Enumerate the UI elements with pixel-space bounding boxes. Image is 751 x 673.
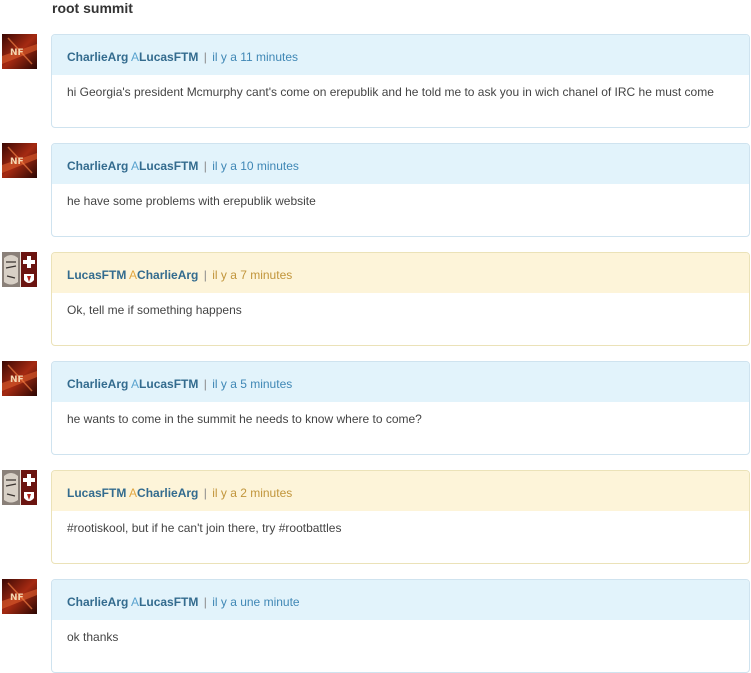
sender-link[interactable]: CharlieArg: [67, 377, 128, 391]
message-time: il y a 10 minutes: [212, 159, 299, 173]
separator: |: [203, 268, 207, 282]
charliearg-avatar[interactable]: NF: [2, 143, 37, 178]
recipient-link[interactable]: LucasFTM: [139, 50, 198, 64]
separator: |: [203, 377, 207, 391]
direction-marker: A: [131, 50, 140, 64]
message-text: #rootiskool, but if he can't join there,…: [67, 521, 342, 535]
separator: |: [203, 159, 207, 173]
message-header: LucasFTM ACharlieArg | il y a 7 minutes: [52, 253, 749, 293]
separator: |: [203, 486, 207, 500]
charliearg-avatar[interactable]: NF: [2, 579, 37, 614]
sender-link[interactable]: LucasFTM: [67, 486, 126, 500]
conversation-subject: root summit: [52, 0, 133, 16]
sender-link[interactable]: CharlieArg: [67, 159, 128, 173]
message-time: il y a 5 minutes: [212, 377, 293, 391]
direction-marker: A: [131, 159, 140, 173]
message-item: NF CharlieArg ALucasFTM | il y a une min…: [0, 579, 751, 673]
message-item: NF CharlieArg ALucasFTM | il y a 10 minu…: [0, 143, 751, 237]
recipient-link[interactable]: LucasFTM: [139, 377, 198, 391]
message-bubble: LucasFTM ACharlieArg | il y a 2 minutes …: [51, 470, 750, 564]
svg-text:NF: NF: [10, 48, 24, 58]
message-header: CharlieArg ALucasFTM | il y a 11 minutes: [52, 35, 749, 75]
message-text: ok thanks: [67, 630, 119, 644]
recipient-link[interactable]: CharlieArg: [137, 268, 198, 282]
message-bubble: CharlieArg ALucasFTM | il y a 5 minutes …: [51, 361, 750, 455]
lucasftm-avatar[interactable]: [2, 470, 37, 505]
message-time: il y a 2 minutes: [212, 486, 293, 500]
recipient-link[interactable]: LucasFTM: [139, 159, 198, 173]
message-text: he have some problems with erepublik web…: [67, 194, 316, 208]
charliearg-avatar[interactable]: NF: [2, 361, 37, 396]
svg-text:NF: NF: [10, 375, 24, 385]
message-item: LucasFTM ACharlieArg | il y a 2 minutes …: [0, 470, 751, 564]
message-item: LucasFTM ACharlieArg | il y a 7 minutes …: [0, 252, 751, 346]
message-header: CharlieArg ALucasFTM | il y a 5 minutes: [52, 362, 749, 402]
message-item: NF CharlieArg ALucasFTM | il y a 11 minu…: [0, 34, 751, 128]
message-bubble: CharlieArg ALucasFTM | il y a 11 minutes…: [51, 34, 750, 128]
message-text: he wants to come in the summit he needs …: [67, 412, 422, 426]
message-item: NF CharlieArg ALucasFTM | il y a 5 minut…: [0, 361, 751, 455]
message-bubble: LucasFTM ACharlieArg | il y a 7 minutes …: [51, 252, 750, 346]
message-time: il y a 7 minutes: [212, 268, 293, 282]
direction-marker: A: [129, 486, 138, 500]
message-time: il y a 11 minutes: [212, 50, 299, 64]
message-text: Ok, tell me if something happens: [67, 303, 242, 317]
recipient-link[interactable]: CharlieArg: [137, 486, 198, 500]
separator: |: [203, 50, 207, 64]
separator: |: [203, 595, 207, 609]
message-header: LucasFTM ACharlieArg | il y a 2 minutes: [52, 471, 749, 511]
sender-link[interactable]: CharlieArg: [67, 595, 128, 609]
message-bubble: CharlieArg ALucasFTM | il y a 10 minutes…: [51, 143, 750, 237]
direction-marker: A: [131, 595, 140, 609]
direction-marker: A: [131, 377, 140, 391]
recipient-link[interactable]: LucasFTM: [139, 595, 198, 609]
charliearg-avatar[interactable]: NF: [2, 34, 37, 69]
message-time: il y a une minute: [212, 595, 300, 609]
svg-text:NF: NF: [10, 593, 24, 603]
lucasftm-avatar[interactable]: [2, 252, 37, 287]
direction-marker: A: [129, 268, 138, 282]
message-header: CharlieArg ALucasFTM | il y a une minute: [52, 580, 749, 620]
svg-text:NF: NF: [10, 157, 24, 167]
message-bubble: CharlieArg ALucasFTM | il y a une minute…: [51, 579, 750, 673]
message-header: CharlieArg ALucasFTM | il y a 10 minutes: [52, 144, 749, 184]
sender-link[interactable]: LucasFTM: [67, 268, 126, 282]
message-text: hi Georgia's president Mcmurphy cant's c…: [67, 85, 714, 99]
sender-link[interactable]: CharlieArg: [67, 50, 128, 64]
